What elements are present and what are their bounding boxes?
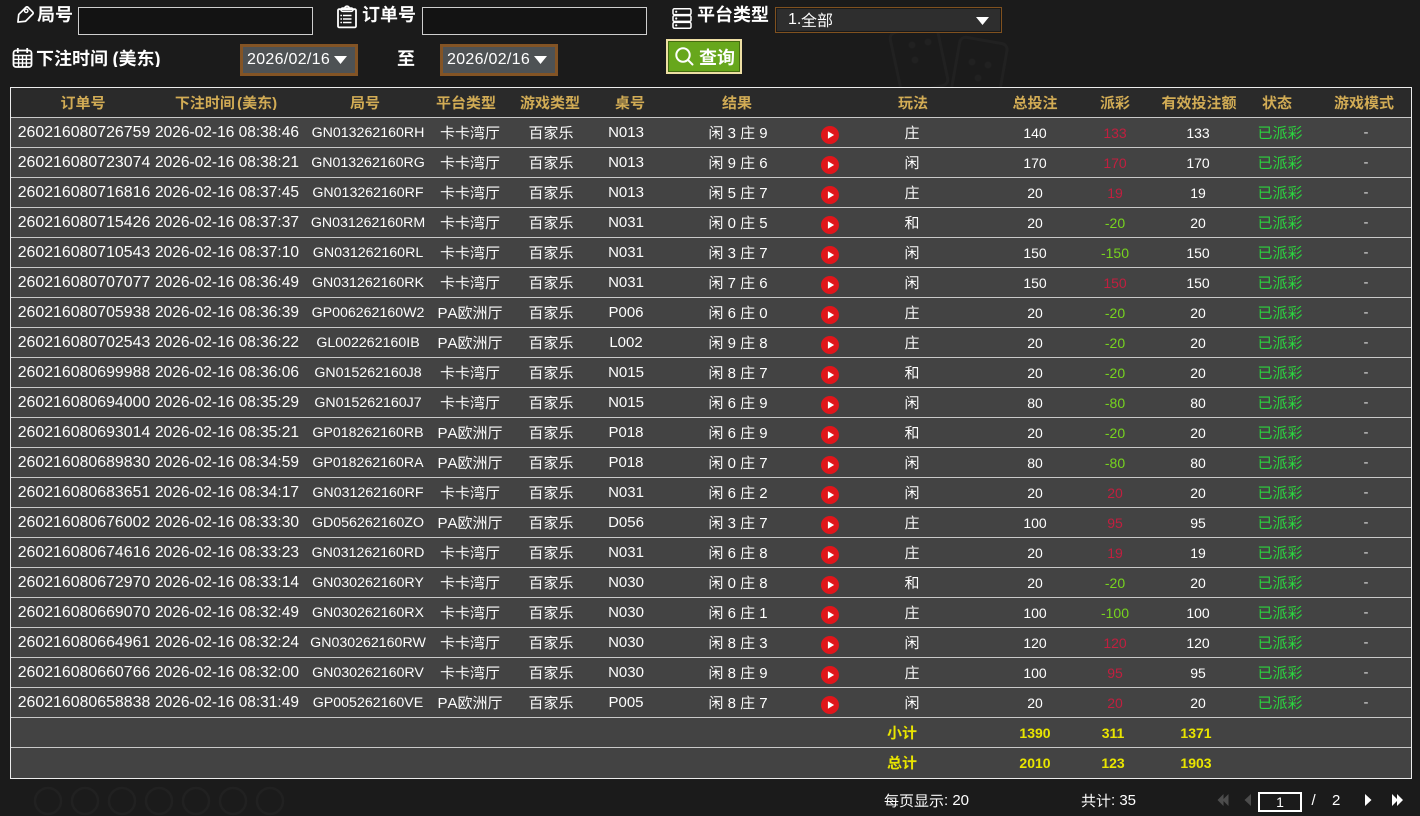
svg-text:0: 0: [727, 455, 735, 470]
svg-text:A: A: [448, 455, 458, 470]
svg-text:8: 8: [727, 635, 735, 650]
svg-text:A: A: [448, 695, 458, 710]
svg-text:1: 1: [759, 605, 767, 620]
svg-text:7: 7: [727, 275, 735, 290]
svg-text:7: 7: [759, 515, 767, 530]
svg-text:6: 6: [759, 275, 767, 290]
svg-text:P: P: [438, 695, 448, 710]
svg-text:7: 7: [759, 365, 767, 380]
svg-text:6: 6: [727, 425, 735, 440]
svg-text:(: (: [237, 95, 242, 110]
svg-text:8: 8: [759, 545, 767, 560]
svg-text:9: 9: [759, 425, 767, 440]
svg-text:3: 3: [759, 635, 767, 650]
svg-text:A: A: [448, 515, 458, 530]
svg-text:P: P: [438, 455, 448, 470]
svg-text:2: 2: [759, 485, 767, 500]
svg-text:6: 6: [727, 545, 735, 560]
svg-text:9: 9: [727, 335, 735, 350]
svg-text:A: A: [448, 335, 458, 350]
svg-text:0: 0: [727, 215, 735, 230]
svg-text:P: P: [438, 335, 448, 350]
svg-text:7: 7: [759, 695, 767, 710]
svg-text:0: 0: [727, 575, 735, 590]
svg-text:6: 6: [759, 155, 767, 170]
svg-text:(: (: [113, 49, 119, 67]
svg-text:6: 6: [727, 605, 735, 620]
svg-text:9: 9: [759, 665, 767, 680]
svg-text:): ): [272, 95, 277, 110]
svg-text:A: A: [448, 305, 458, 320]
svg-text:6: 6: [727, 395, 735, 410]
svg-text:6: 6: [727, 305, 735, 320]
svg-text:5: 5: [727, 185, 735, 200]
svg-text:P: P: [438, 515, 448, 530]
svg-text:9: 9: [759, 395, 767, 410]
svg-text:5: 5: [759, 215, 767, 230]
svg-text:8: 8: [727, 365, 735, 380]
svg-text:A: A: [448, 425, 458, 440]
svg-text:P: P: [438, 305, 448, 320]
svg-text:): ): [155, 49, 161, 67]
svg-text:7: 7: [759, 455, 767, 470]
svg-text:9: 9: [759, 125, 767, 140]
svg-text:3: 3: [727, 245, 735, 260]
svg-text:6: 6: [727, 485, 735, 500]
svg-text:3: 3: [727, 125, 735, 140]
svg-text:8: 8: [727, 665, 735, 680]
svg-text:9: 9: [727, 155, 735, 170]
svg-text:7: 7: [759, 245, 767, 260]
svg-text:8: 8: [727, 695, 735, 710]
svg-text:3: 3: [727, 515, 735, 530]
svg-text:8: 8: [759, 335, 767, 350]
svg-text:0: 0: [759, 305, 767, 320]
svg-text:P: P: [438, 425, 448, 440]
svg-text:7: 7: [759, 185, 767, 200]
svg-text:8: 8: [759, 575, 767, 590]
